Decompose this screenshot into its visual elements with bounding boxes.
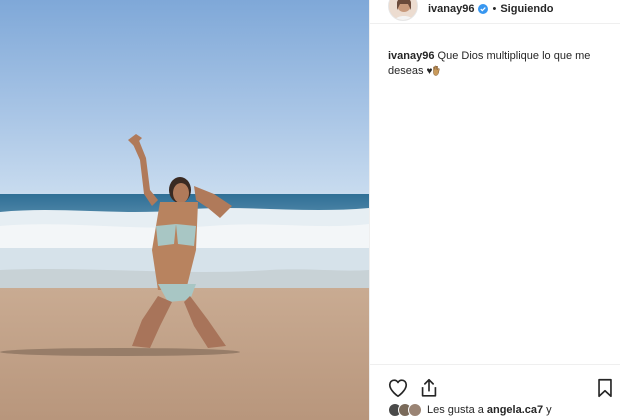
verified-badge-icon bbox=[478, 3, 489, 14]
first-liker-link[interactable]: angela.ca7 bbox=[487, 404, 543, 416]
bookmark-icon bbox=[598, 378, 612, 398]
caption-username[interactable]: ivanay96 bbox=[388, 50, 434, 62]
raised-hand-emoji-icon bbox=[433, 65, 441, 76]
liker-avatars[interactable] bbox=[388, 403, 422, 417]
save-button[interactable] bbox=[594, 377, 616, 399]
likes-suffix: y bbox=[546, 404, 552, 416]
header-separator: • bbox=[492, 2, 497, 15]
author-username[interactable]: ivanay96 bbox=[428, 3, 474, 15]
post-actions-bar bbox=[370, 364, 620, 404]
post-photo[interactable] bbox=[0, 0, 369, 420]
share-button[interactable] bbox=[418, 377, 440, 399]
like-button[interactable] bbox=[387, 377, 409, 399]
author-avatar[interactable] bbox=[388, 0, 418, 21]
share-icon bbox=[421, 378, 437, 397]
post-side-panel: ivanay96 • Siguiendo ivanay96 Que Dios m… bbox=[369, 0, 620, 420]
likes-prefix: Les gusta a bbox=[427, 404, 484, 416]
likes-summary: Les gusta a angela.ca7 y bbox=[388, 402, 552, 418]
instagram-post: ivanay96 • Siguiendo ivanay96 Que Dios m… bbox=[0, 0, 620, 420]
heart-icon bbox=[388, 379, 408, 398]
liker-avatar bbox=[408, 403, 422, 417]
post-header: ivanay96 • Siguiendo bbox=[370, 0, 620, 24]
following-button[interactable]: Siguiendo bbox=[500, 3, 553, 15]
post-caption: ivanay96 Que Dios multiplique lo que me … bbox=[388, 49, 616, 79]
